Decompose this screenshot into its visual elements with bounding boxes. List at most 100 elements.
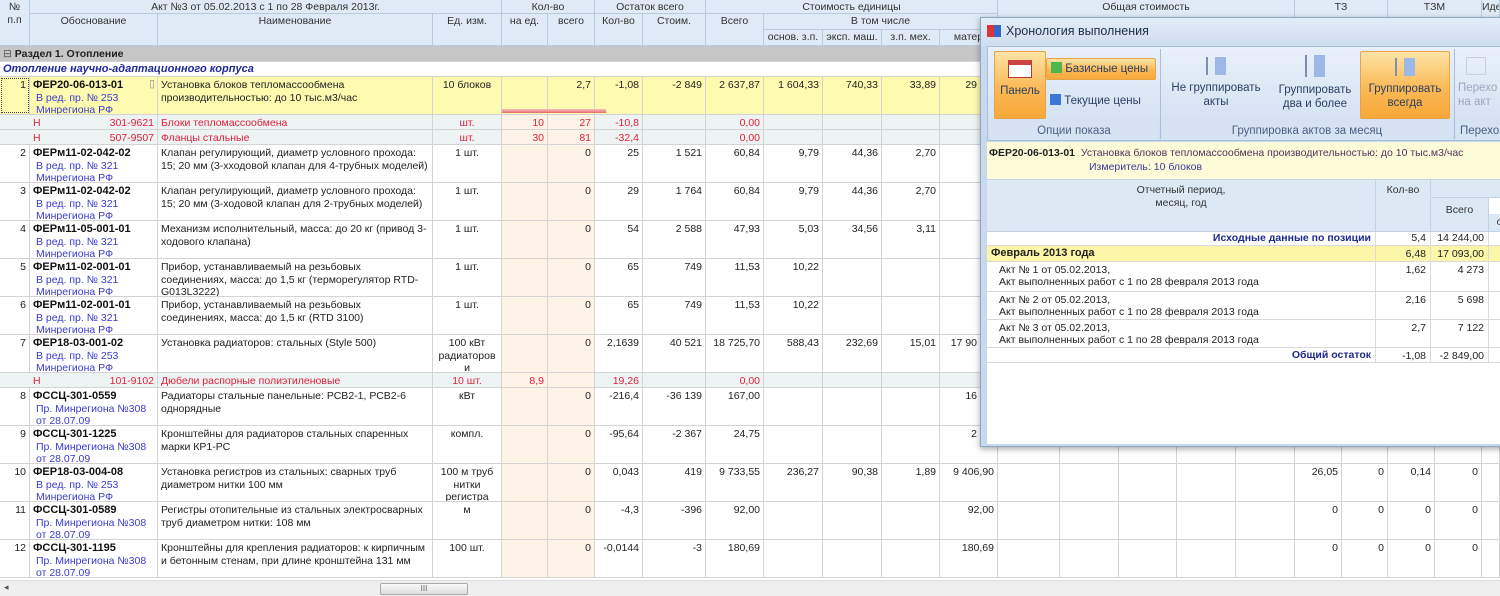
rest-qty-cell: -32,4 <box>595 130 643 144</box>
basis-source[interactable]: В ред. пр. № 321 Минрегиона РФ <box>33 312 154 335</box>
basis-source[interactable]: В ред. пр. № 253 Минрегиона РФ <box>33 350 154 373</box>
row-number[interactable]: 2 <box>0 145 30 182</box>
row-number[interactable]: 7 <box>0 335 30 372</box>
col-zp[interactable]: основ. з.п. <box>764 30 823 46</box>
tz-cell: 0 <box>1435 502 1482 539</box>
total-cost-cell <box>1177 464 1236 501</box>
col-period[interactable]: Отчетный период, месяц, год <box>987 180 1376 232</box>
total-cost-cell <box>1060 464 1119 501</box>
collapse-icon[interactable]: ⊟ <box>3 48 12 60</box>
basis-source[interactable]: В ред. пр. № 253 Минрегиона РФ <box>33 92 154 115</box>
no-group-button[interactable]: Не группировать акты <box>1164 51 1268 119</box>
basis-code[interactable]: ФЕРм11-02-042-02 <box>33 185 154 198</box>
row-number[interactable]: 3 <box>0 183 30 220</box>
row-number[interactable]: 11 <box>0 502 30 539</box>
basis-code[interactable]: ФЕРм11-02-001-01 <box>33 261 154 274</box>
table-row[interactable]: 12 ФССЦ-301-1195 Пр. Минрегиона №308 от 28… <box>0 540 1500 578</box>
basis-code[interactable]: ФЕРм11-05-001-01 <box>33 223 154 236</box>
current-prices-button[interactable]: Текущие цены <box>1046 91 1156 113</box>
month-total: 17 093,00 <box>1431 246 1489 261</box>
col-qty-total[interactable]: всего <box>548 14 595 46</box>
row-number[interactable]: 10 <box>0 464 30 501</box>
row-number[interactable]: 4 <box>0 221 30 258</box>
act-title: Акт №3 от 05.02.2013 с 1 по 28 Февраля 2… <box>30 0 502 14</box>
unit-cell: 1 шт. <box>433 221 502 258</box>
qty-per-cell <box>502 540 548 577</box>
col-group-incl: В том числе <box>764 14 998 30</box>
rest-qty-cell: 29 <box>595 183 643 220</box>
col-name[interactable]: Наименование <box>158 14 433 46</box>
goto-act-button[interactable]: Перехо на акт <box>1458 51 1500 119</box>
row-number[interactable]: 5 <box>0 259 30 296</box>
mash-cell <box>823 426 882 463</box>
group-always-button[interactable]: Группировать всегда <box>1360 51 1450 119</box>
row-number[interactable]: 6 <box>0 297 30 334</box>
table-row[interactable]: 10 ФЕР18-03-004-08 В ред. пр. № 253 Минрег… <box>0 464 1500 502</box>
basis-code[interactable]: ФССЦ-301-0589 <box>33 504 154 517</box>
act-row[interactable]: Акт № 1 от 05.02.2013, 1,62 4 273 Акт выпол… <box>987 262 1500 292</box>
row-number[interactable]: 12 <box>0 540 30 577</box>
scrollbar-thumb[interactable]: III <box>380 583 468 595</box>
col-basis[interactable]: Обоснование <box>30 14 158 46</box>
basis-code[interactable]: ФЕР18-03-001-02 <box>33 337 154 350</box>
col-qty-per[interactable]: на ед. <box>502 14 548 46</box>
basis-code[interactable]: ФЕР18-03-004-08 <box>33 466 154 479</box>
basis-code[interactable]: ФЕРм11-02-001-01 <box>33 299 154 312</box>
horizontal-scrollbar[interactable]: ◂ III <box>0 580 1500 596</box>
col-rest-cost[interactable]: Стоим. <box>643 14 706 46</box>
basis-source[interactable]: Пр. Минрегиона №308 от 28.07.09 <box>33 441 154 464</box>
attachment-icon[interactable]: ▯ <box>149 78 155 91</box>
col-dlg-total[interactable]: Всего <box>1431 198 1489 232</box>
basis-source[interactable]: В ред. пр. № 321 Минрегиона РФ <box>33 160 154 183</box>
base-prices-button[interactable]: Базисные цены <box>1046 58 1156 80</box>
basis-code[interactable]: ФЕРм11-02-042-02 <box>33 147 154 160</box>
col-mash[interactable]: эксп. маш. <box>823 30 882 46</box>
basis-source[interactable]: Пр. Минрегиона №308 от 28.07.09 <box>33 403 154 426</box>
qty-per-cell <box>502 426 548 463</box>
tz-cell: 0 <box>1295 502 1342 539</box>
basis-code[interactable]: ФЕР20-06-013-01 <box>33 79 154 92</box>
basis-source[interactable]: В ред. пр. № 321 Минрегиона РФ <box>33 274 154 297</box>
zpm-cell: 3,11 <box>882 221 940 258</box>
initial-row[interactable]: Исходные данные по позиции 5,4 14 244,00 <box>987 232 1500 246</box>
col-num[interactable]: № п.п <box>0 0 30 46</box>
basis-code[interactable]: ФССЦ-301-1225 <box>33 428 154 441</box>
total-rest-row[interactable]: Общий остаток -1,08 -2 849,00 <box>987 348 1500 363</box>
unit-total-cell: 24,75 <box>706 426 764 463</box>
basis-cell: ФЕР18-03-001-02 В ред. пр. № 253 Минрегио… <box>30 335 158 372</box>
col-dlg-o[interactable]: о <box>1489 214 1500 232</box>
panel-button[interactable]: Панель <box>994 51 1046 119</box>
total-cost-cell <box>1119 502 1177 539</box>
info-meter: Измеритель: 10 блоков <box>1089 161 1203 173</box>
row-number[interactable]: 1 <box>0 77 30 114</box>
basis-code[interactable]: ФССЦ-301-1195 <box>33 542 154 555</box>
act-row[interactable]: Акт № 3 от 05.02.2013, 2,7 7 122 Акт выполн… <box>987 320 1500 348</box>
scroll-left-icon[interactable]: ◂ <box>4 582 9 593</box>
col-group-qty: Кол-во <box>502 0 595 14</box>
mat-cell: 92,00 <box>940 502 998 539</box>
empty-cell <box>764 130 823 144</box>
basis-source[interactable]: В ред. пр. № 253 Минрегиона РФ <box>33 479 154 502</box>
col-uc-total[interactable]: Всего <box>706 14 764 46</box>
basis-source[interactable]: В ред. пр. № 321 Минрегиона РФ <box>33 236 154 259</box>
month-row[interactable]: Февраль 2013 года 6,48 17 093,00 <box>987 246 1500 262</box>
basis-cell: ФССЦ-301-1195 Пр. Минрегиона №308 от 28.0… <box>30 540 158 577</box>
col-unit[interactable]: Ед. изм. <box>433 14 502 46</box>
basis-source[interactable]: Пр. Минрегиона №308 от 28.07.09 <box>33 517 154 540</box>
col-zpm[interactable]: з.п. мех. <box>882 30 940 46</box>
dialog-titlebar[interactable]: Хронология выполнения <box>981 18 1500 46</box>
col-rest-qty[interactable]: Кол-во <box>595 14 643 46</box>
group-two-button[interactable]: Группировать два и более <box>1270 51 1360 119</box>
basis-code[interactable]: ФССЦ-301-0559 <box>33 390 154 403</box>
basis-source[interactable]: Пр. Минрегиона №308 от 28.07.09 <box>33 555 154 578</box>
row-number[interactable]: 9 <box>0 426 30 463</box>
ribbon: Панель Базисные цены Текущие цены Опции … <box>987 46 1500 141</box>
rest-qty-cell: 19,26 <box>595 373 643 387</box>
basis-source[interactable]: В ред. пр. № 321 Минрегиона РФ <box>33 198 154 221</box>
act-row[interactable]: Акт № 2 от 05.02.2013, 2,16 5 698 Акт выпол… <box>987 292 1500 320</box>
qty-total-cell: 0 <box>548 540 595 577</box>
table-row[interactable]: 11 ФССЦ-301-0589 Пр. Минрегиона №308 от 28… <box>0 502 1500 540</box>
month-label: Февраль 2013 года <box>987 246 1376 261</box>
col-dlg-qty[interactable]: Кол-во <box>1376 180 1431 232</box>
row-number[interactable]: 8 <box>0 388 30 425</box>
